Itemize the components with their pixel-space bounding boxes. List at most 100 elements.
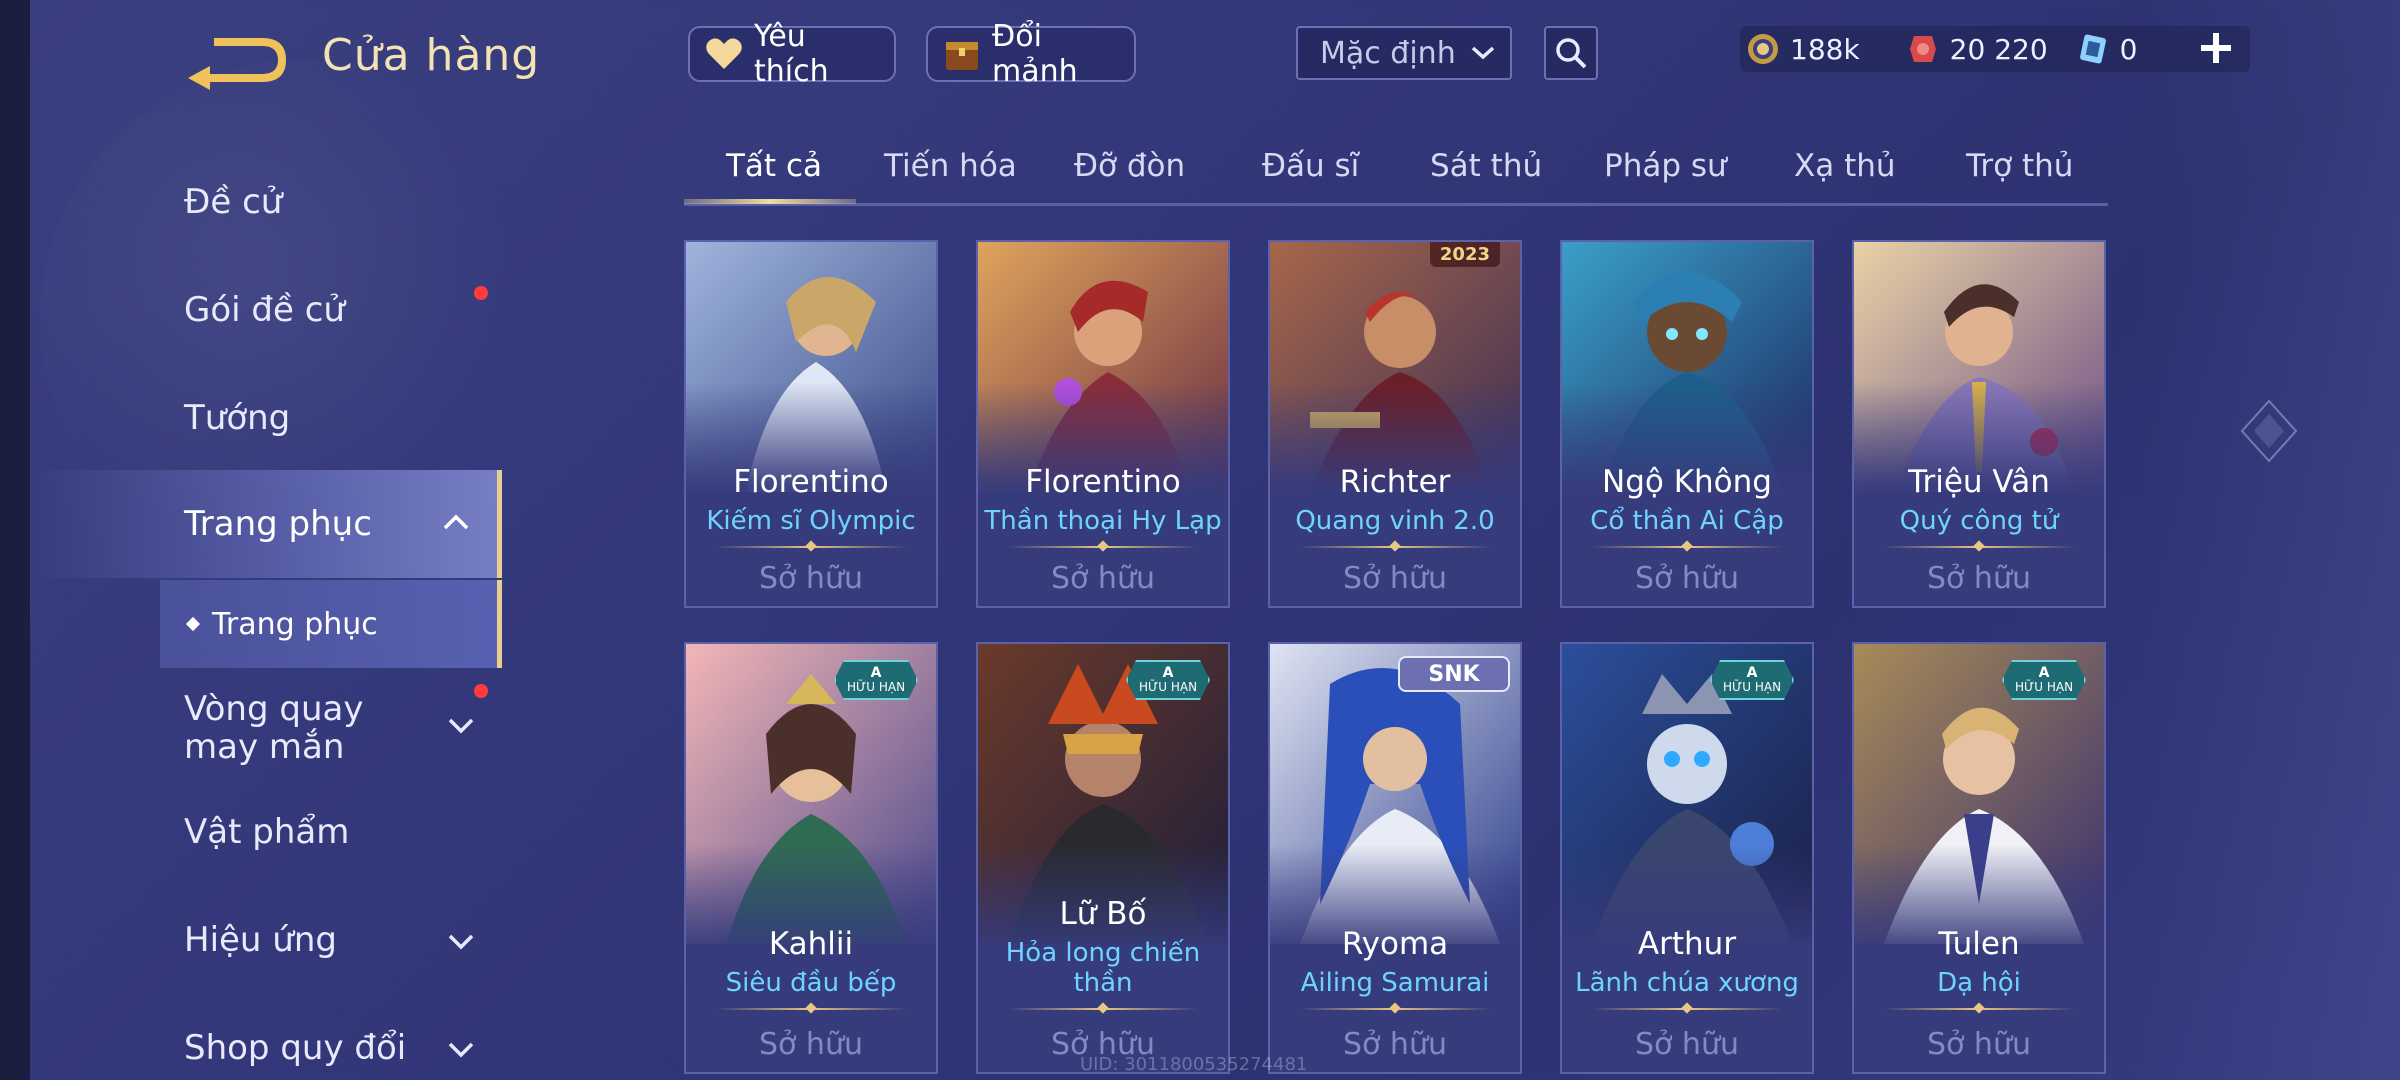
tab-mage[interactable]: Pháp sư xyxy=(1604,148,1727,184)
skin-card[interactable]: Triệu Vân Quý công tử Sở hữu xyxy=(1852,240,2106,608)
active-tab-indicator xyxy=(684,199,856,204)
sidebar-item-recommended-bundles[interactable]: Gói đề cử xyxy=(30,258,502,362)
tab-assassin[interactable]: Sát thủ xyxy=(1430,148,1542,184)
heart-icon xyxy=(704,34,744,74)
hero-name: Triệu Vân xyxy=(1908,464,2050,500)
card-divider xyxy=(1592,1008,1782,1010)
sidebar-item-heroes[interactable]: Tướng xyxy=(30,366,502,470)
voucher-currency: 20 220 xyxy=(1906,32,2048,66)
sidebar-item-skins[interactable]: Trang phục xyxy=(30,470,502,578)
card-divider xyxy=(1008,1008,1198,1010)
back-button[interactable] xyxy=(180,28,290,92)
hero-name: Kahlii xyxy=(768,926,854,962)
sort-value: Mặc định xyxy=(1320,35,1456,71)
favorites-button[interactable]: Yêu thích xyxy=(688,19,896,89)
limited-badge: A HỮU HẠN xyxy=(1710,660,1794,700)
skin-card[interactable]: Florentino Kiếm sĩ Olympic Sở hữu xyxy=(684,240,938,608)
diamond-bullet-icon xyxy=(185,616,201,632)
sidebar-subitem-label: Trang phục xyxy=(212,606,378,642)
card-divider xyxy=(716,546,906,548)
category-tabs: Tất cả Tiến hóa Đỡ đòn Đấu sĩ Sát thủ Ph… xyxy=(684,140,2108,206)
sidebar-item-exchange-shop[interactable]: Shop quy đổi xyxy=(30,996,502,1080)
ticket-currency: 0 xyxy=(2076,32,2138,66)
chevron-down-icon xyxy=(448,1042,474,1058)
owned-status: Sở hữu xyxy=(1927,1027,2031,1062)
sidebar-item-label: Gói đề cử xyxy=(184,290,345,330)
favorites-label: Yêu thích xyxy=(754,19,829,89)
shard-exchange-button[interactable]: Đổi mảnh xyxy=(926,19,1136,89)
tab-evolution[interactable]: Tiến hóa xyxy=(884,148,1017,184)
snk-collab-logo: SNK xyxy=(1398,656,1510,692)
chevron-up-icon xyxy=(443,514,469,530)
notification-dot xyxy=(474,684,488,698)
skin-name: Ailing Samurai xyxy=(1300,968,1490,998)
scroll-hint-icon xyxy=(2234,396,2304,466)
gold-coin-icon xyxy=(1746,32,1780,66)
currency-bar: 188k 20 220 0 xyxy=(1740,26,2250,72)
sidebar-item-label: Shop quy đổi xyxy=(184,1028,407,1068)
sidebar-subitem-skins[interactable]: Trang phục xyxy=(160,580,502,668)
sidebar-item-items[interactable]: Vật phẩm xyxy=(30,780,502,884)
tab-all[interactable]: Tất cả xyxy=(726,148,822,184)
limited-badge: A HỮU HẠN xyxy=(834,660,918,700)
search-icon xyxy=(1556,38,1587,69)
skin-card[interactable]: Ngộ Không Cổ thần Ai Cập Sở hữu xyxy=(1560,240,1814,608)
skin-card[interactable]: A HỮU HẠN Lữ Bố Hỏa long chiến thần Sở hữ… xyxy=(976,642,1230,1074)
hero-name: Richter xyxy=(1339,464,1451,500)
search-button[interactable] xyxy=(1544,26,1598,80)
skin-name: Dạ hội xyxy=(1937,968,2021,998)
left-edge-bar xyxy=(0,0,30,1080)
back-arrow-icon xyxy=(188,38,286,90)
skin-card[interactable]: 2023 Richter Quang vinh 2.0 Sở hữu xyxy=(1268,240,1522,608)
owned-status: Sở hữu xyxy=(1635,561,1739,596)
tab-fighter[interactable]: Đấu sĩ xyxy=(1262,148,1359,184)
skin-name: Quang vinh 2.0 xyxy=(1295,506,1495,536)
owned-status: Sở hữu xyxy=(1051,561,1155,596)
hero-name: Lữ Bố xyxy=(1059,896,1147,932)
limited-badge: A HỮU HẠN xyxy=(1126,660,1210,700)
hero-name: Florentino xyxy=(733,464,889,500)
limited-badge: A HỮU HẠN xyxy=(2002,660,2086,700)
chevron-down-icon xyxy=(448,718,474,734)
shard-chest-icon xyxy=(942,34,982,74)
owned-status: Sở hữu xyxy=(1343,1027,1447,1062)
chevron-down-icon xyxy=(1471,46,1495,60)
sidebar-item-label: Đề cử xyxy=(184,182,283,222)
skin-name: Siêu đầu bếp xyxy=(725,968,897,998)
ticket-amount: 0 xyxy=(2119,32,2138,66)
tab-tank[interactable]: Đỡ đòn xyxy=(1074,148,1185,184)
skin-name: Cổ thần Ai Cập xyxy=(1590,506,1784,536)
red-voucher-icon xyxy=(1906,32,1940,66)
sidebar-item-recommended[interactable]: Đề cử xyxy=(30,150,502,254)
owned-status: Sở hữu xyxy=(759,1027,863,1062)
sidebar-item-lucky-spin[interactable]: Vòng quay may mắn xyxy=(30,670,502,780)
sort-dropdown[interactable]: Mặc định xyxy=(1296,26,1512,80)
tab-support[interactable]: Trợ thủ xyxy=(1966,148,2073,184)
skin-card[interactable]: A HỮU HẠN Tulen Dạ hội Sở hữu xyxy=(1852,642,2106,1074)
card-divider xyxy=(1884,1008,2074,1010)
sidebar-item-effects[interactable]: Hiệu ứng xyxy=(30,888,502,992)
voucher-amount: 20 220 xyxy=(1949,32,2048,66)
skin-card[interactable]: Florentino Thần thoại Hy Lạp Sở hữu xyxy=(976,240,1230,608)
sidebar-item-label: Hiệu ứng xyxy=(184,920,337,960)
add-currency-button[interactable] xyxy=(2196,28,2236,68)
skin-card[interactable]: SNK Ryoma Ailing Samurai Sở hữu xyxy=(1268,642,1522,1074)
background-glow xyxy=(2140,0,2400,1080)
owned-status: Sở hữu xyxy=(1343,561,1447,596)
ticket-icon xyxy=(2076,32,2110,66)
card-divider xyxy=(716,1008,906,1010)
page-title: Cửa hàng xyxy=(322,30,541,81)
hero-name: Tulen xyxy=(1938,926,2020,962)
card-divider xyxy=(1884,546,2074,548)
year-label: 2023 xyxy=(1429,242,1500,267)
tab-marksman[interactable]: Xạ thủ xyxy=(1794,148,1896,184)
skin-card[interactable]: A HỮU HẠN Arthur Lãnh chúa xương Sở hữu xyxy=(1560,642,1814,1074)
sidebar-item-label: Trang phục xyxy=(184,504,372,544)
hero-name: Florentino xyxy=(1025,464,1181,500)
chevron-down-icon xyxy=(448,934,474,950)
skin-name: Kiếm sĩ Olympic xyxy=(706,506,916,536)
owned-status: Sở hữu xyxy=(759,561,863,596)
skin-card[interactable]: A HỮU HẠN Kahlii Siêu đầu bếp Sở hữu xyxy=(684,642,938,1074)
card-divider xyxy=(1008,546,1198,548)
notification-dot xyxy=(474,286,488,300)
